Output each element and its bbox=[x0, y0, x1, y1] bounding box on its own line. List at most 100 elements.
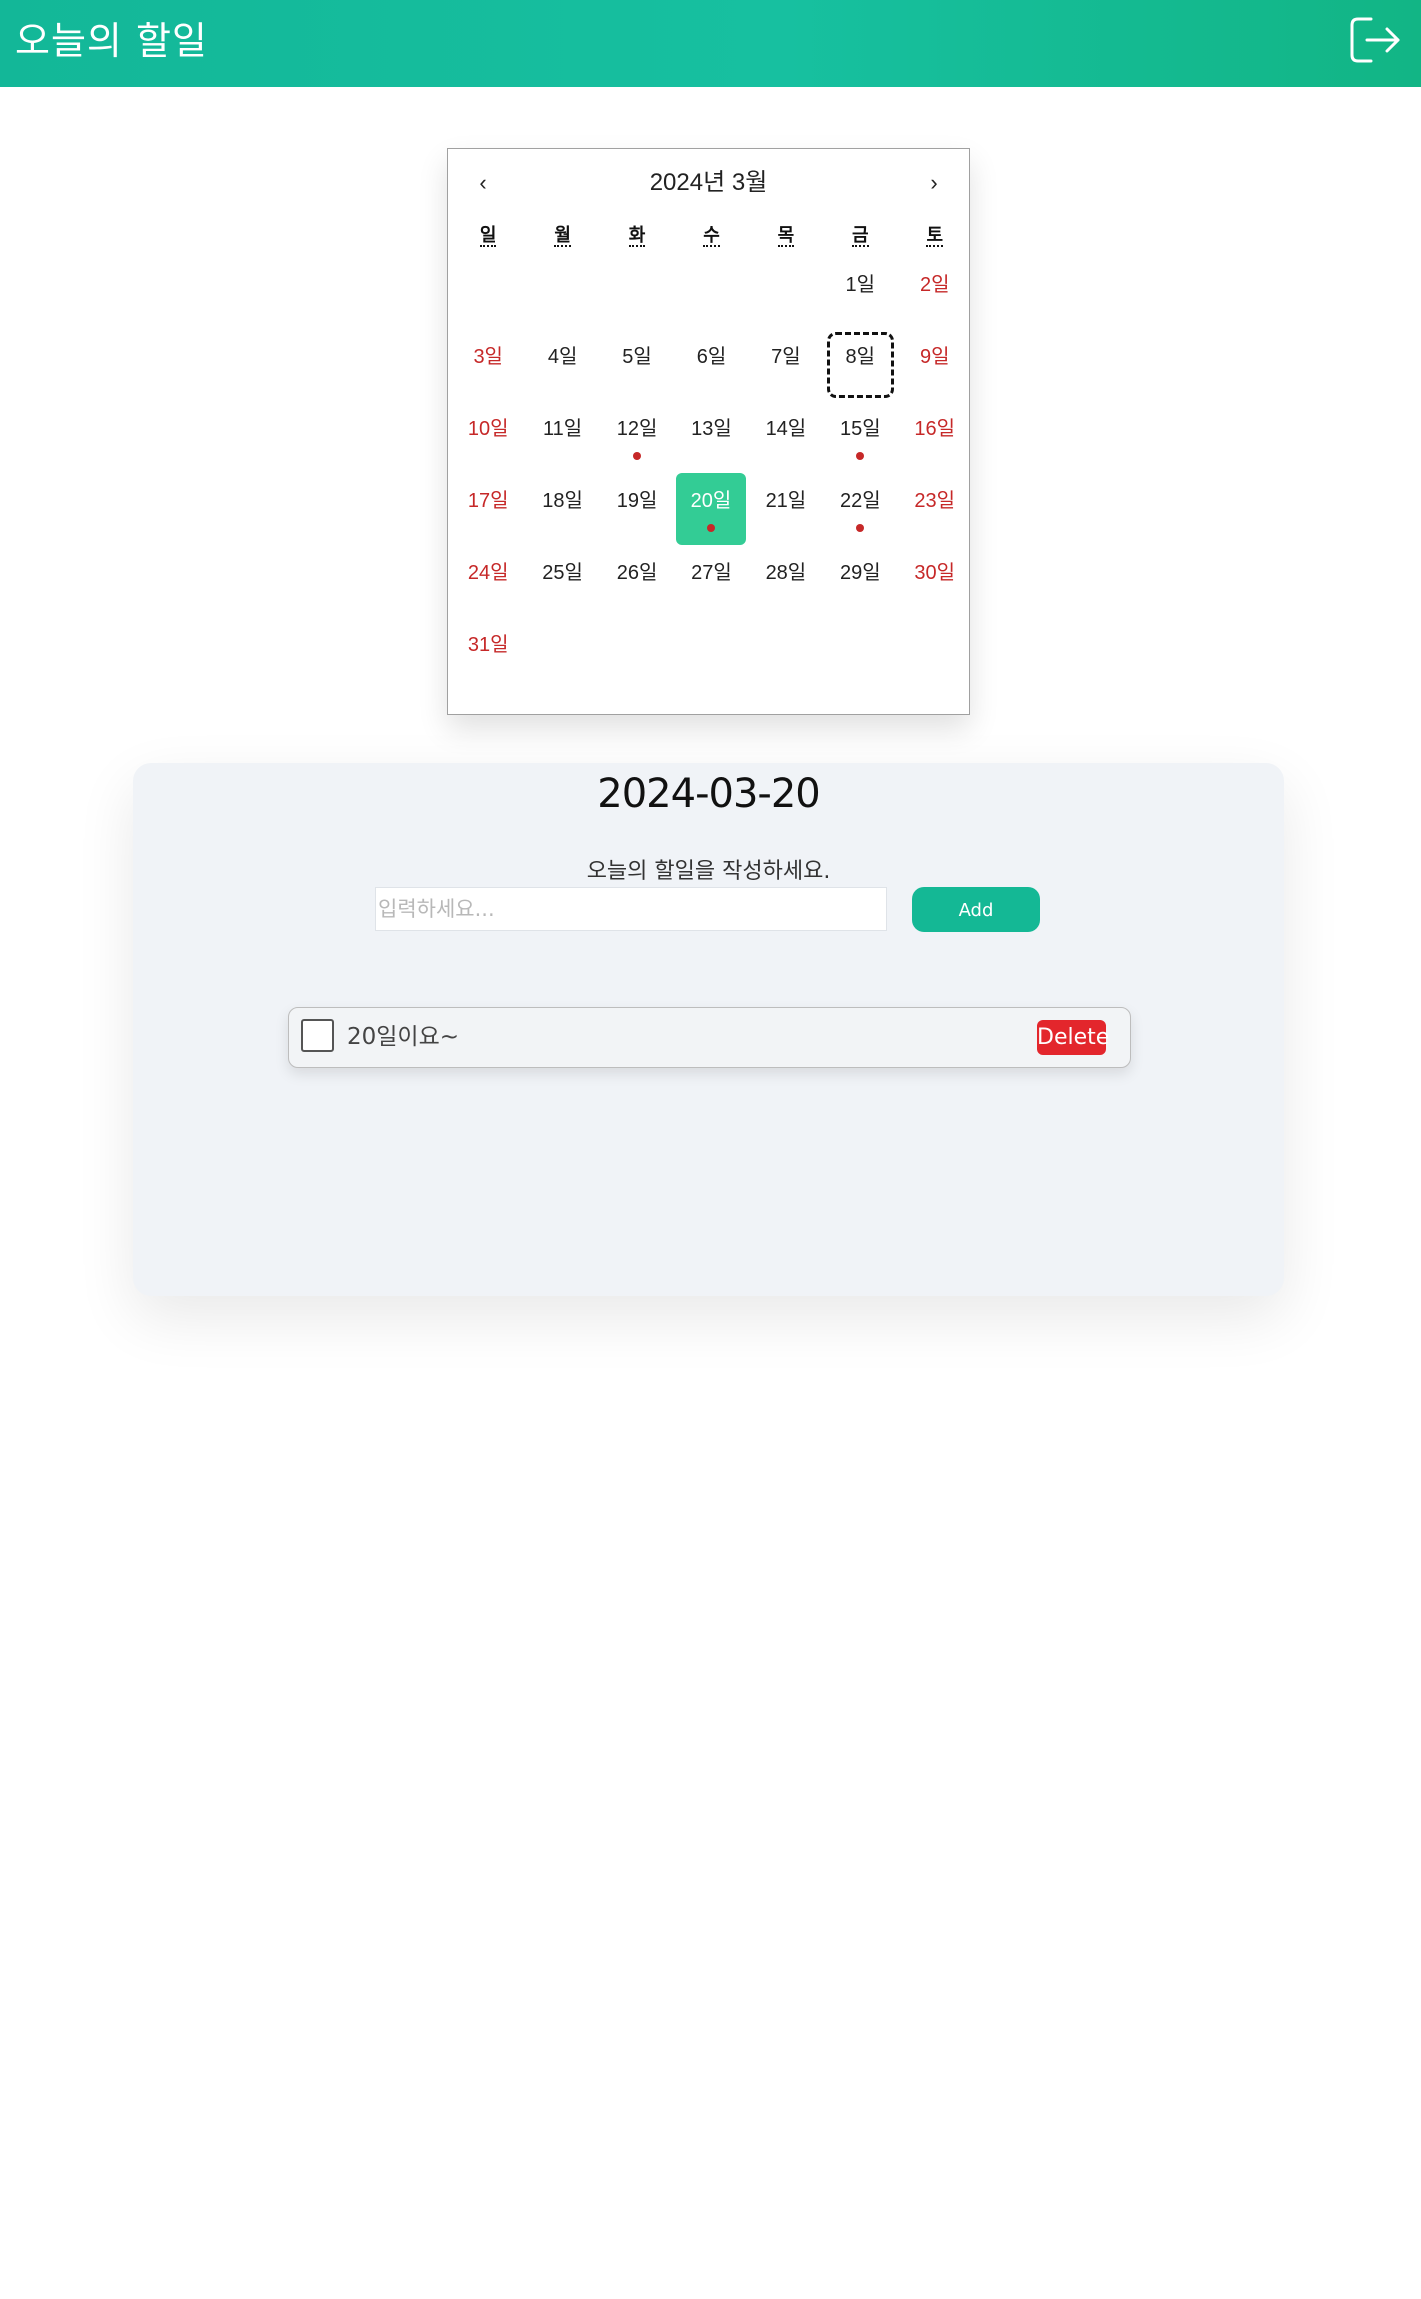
day-label: 7일 bbox=[771, 346, 801, 368]
day-label: 23일 bbox=[914, 490, 956, 512]
next-month-button[interactable]: › bbox=[912, 163, 956, 203]
todo-indicator-dot bbox=[856, 524, 865, 532]
calendar-day[interactable]: 9일 bbox=[899, 329, 971, 401]
weekday-label: 목 bbox=[749, 215, 823, 255]
calendar-day[interactable]: 15일 bbox=[824, 401, 896, 473]
empty-day-cell bbox=[525, 257, 599, 329]
weekday-label: 수 bbox=[674, 215, 748, 255]
day-label: 11일 bbox=[543, 418, 583, 440]
day-label: 27일 bbox=[691, 562, 732, 584]
weekday-label: 일 bbox=[451, 215, 525, 255]
todo-input[interactable] bbox=[375, 887, 887, 931]
todo-text: 20일이요~ bbox=[347, 1024, 460, 1050]
weekday-label: 화 bbox=[600, 215, 674, 255]
calendar-day[interactable]: 25일 bbox=[526, 545, 598, 617]
calendar-day-today[interactable]: 8일 bbox=[824, 329, 896, 401]
month-label[interactable]: 2024년 3월 bbox=[508, 163, 909, 203]
todo-prompt: 오늘의 할일을 작성하세요. bbox=[586, 859, 831, 884]
calendar-days: 1일 2일 3일 4일 5일 6일 7일 8일 9일 10일 11일 12일 13일 14일 15일 16일 1… bbox=[451, 257, 972, 689]
calendar-day[interactable]: 22일 bbox=[824, 473, 896, 545]
delete-button[interactable]: Delete bbox=[1037, 1020, 1109, 1055]
app-title: 오늘의 할일 bbox=[15, 19, 208, 63]
calendar-day[interactable]: 7일 bbox=[750, 329, 822, 401]
app-header: 오늘의 할일 bbox=[0, 0, 1421, 87]
selected-date: 2024-03-20 bbox=[597, 771, 820, 817]
day-label: 12일 bbox=[616, 418, 658, 440]
day-label: 9일 bbox=[919, 346, 950, 368]
day-label: 29일 bbox=[839, 562, 881, 584]
calendar-day[interactable]: 6일 bbox=[675, 329, 747, 401]
calendar-day[interactable]: 1일 bbox=[824, 257, 896, 329]
calendar-day[interactable]: 23일 bbox=[899, 473, 971, 545]
day-label: 10일 bbox=[467, 418, 509, 440]
day-label: 1일 bbox=[845, 274, 876, 296]
weekday-abbr: 일 bbox=[479, 225, 497, 247]
empty-day-cell bbox=[749, 257, 823, 329]
weekday-abbr: 금 bbox=[852, 225, 869, 247]
calendar-day[interactable]: 19일 bbox=[601, 473, 673, 545]
todo-indicator-dot bbox=[633, 452, 642, 460]
calendar-day[interactable]: 28일 bbox=[750, 545, 822, 617]
day-label: 31일 bbox=[467, 634, 509, 656]
calendar-day[interactable]: 5일 bbox=[601, 329, 673, 401]
weekday-abbr: 화 bbox=[628, 225, 646, 247]
calendar-day[interactable]: 4일 bbox=[526, 329, 598, 401]
weekday-header: 일월화수목금토 bbox=[451, 215, 972, 255]
calendar-day[interactable]: 29일 bbox=[824, 545, 896, 617]
calendar-day[interactable]: 11일 bbox=[526, 401, 598, 473]
day-label: 20일 bbox=[690, 490, 732, 512]
day-label: 14일 bbox=[765, 418, 807, 440]
day-label: 30일 bbox=[914, 562, 956, 584]
calendar-navigation: ‹ 2024년 3월 › bbox=[448, 149, 969, 215]
weekday-label: 월 bbox=[525, 215, 599, 255]
day-label: 18일 bbox=[542, 490, 583, 512]
logout-button[interactable] bbox=[1349, 16, 1401, 64]
day-label: 4일 bbox=[547, 346, 578, 368]
calendar-day[interactable]: 12일 bbox=[601, 401, 673, 473]
weekday-label: 금 bbox=[823, 215, 897, 255]
day-label: 22일 bbox=[839, 490, 881, 512]
day-label: 25일 bbox=[542, 562, 583, 584]
calendar: ‹ 2024년 3월 › 일월화수목금토 1일 2일 3일 4일 5일 6일 7일 8일 9일 1… bbox=[447, 148, 970, 715]
calendar-day[interactable]: 10일 bbox=[452, 401, 524, 473]
empty-day-cell bbox=[674, 257, 748, 329]
logout-icon bbox=[1350, 17, 1400, 63]
calendar-day[interactable]: 2일 bbox=[899, 257, 971, 329]
day-label: 2일 bbox=[919, 274, 950, 296]
day-label: 19일 bbox=[616, 490, 658, 512]
empty-day-cell bbox=[451, 257, 525, 329]
add-button[interactable]: Add bbox=[912, 887, 1040, 932]
day-label: 24일 bbox=[467, 562, 509, 584]
weekday-abbr: 수 bbox=[703, 225, 720, 247]
weekday-label: 토 bbox=[898, 215, 972, 255]
day-label: 13일 bbox=[691, 418, 732, 440]
calendar-day[interactable]: 14일 bbox=[750, 401, 822, 473]
weekday-abbr: 토 bbox=[926, 225, 944, 247]
prev-month-button[interactable]: ‹ bbox=[461, 163, 505, 203]
calendar-day[interactable]: 3일 bbox=[452, 329, 524, 401]
day-label: 16일 bbox=[914, 418, 956, 440]
calendar-day[interactable]: 30일 bbox=[899, 545, 971, 617]
day-label: 5일 bbox=[622, 346, 652, 368]
day-label: 28일 bbox=[765, 562, 807, 584]
todo-item: 20일이요~ Delete bbox=[288, 1007, 1131, 1068]
day-label: 17일 bbox=[467, 490, 509, 512]
calendar-day[interactable]: 31일 bbox=[452, 617, 524, 689]
day-label: 15일 bbox=[839, 418, 881, 440]
day-label: 6일 bbox=[696, 346, 727, 368]
calendar-day[interactable]: 16일 bbox=[899, 401, 971, 473]
day-label: 3일 bbox=[473, 346, 503, 368]
calendar-day-selected[interactable]: 20일 bbox=[676, 473, 746, 545]
weekday-abbr: 월 bbox=[554, 225, 571, 247]
calendar-day[interactable]: 26일 bbox=[601, 545, 673, 617]
calendar-day[interactable]: 13일 bbox=[675, 401, 747, 473]
calendar-day[interactable]: 24일 bbox=[452, 545, 524, 617]
calendar-day[interactable]: 17일 bbox=[452, 473, 524, 545]
calendar-day[interactable]: 27일 bbox=[675, 545, 747, 617]
calendar-day[interactable]: 21일 bbox=[750, 473, 822, 545]
weekday-abbr: 목 bbox=[777, 225, 795, 247]
todo-indicator-dot bbox=[706, 524, 715, 532]
calendar-day[interactable]: 18일 bbox=[526, 473, 598, 545]
todo-checkbox[interactable] bbox=[301, 1019, 334, 1052]
empty-day-cell bbox=[600, 257, 674, 329]
